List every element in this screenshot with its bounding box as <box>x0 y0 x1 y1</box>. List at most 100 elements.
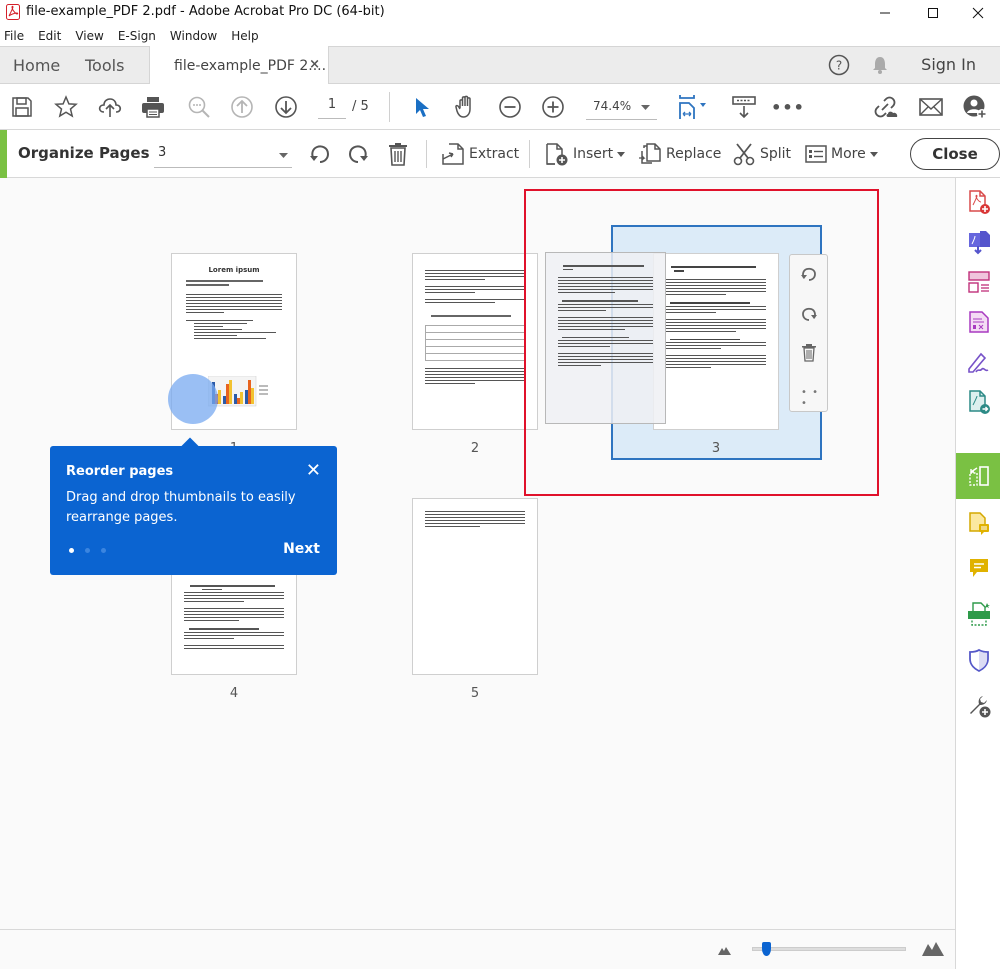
tab-bar: Home Tools file-example_PDF 2.... × ? Si… <box>0 46 1000 85</box>
rotate-right-icon[interactable] <box>346 140 370 168</box>
more-options-icon[interactable]: • • • <box>801 387 827 409</box>
page-total: / 5 <box>352 99 369 114</box>
next-page-icon[interactable] <box>271 92 301 122</box>
comment-tool[interactable] <box>956 548 1000 588</box>
edit-layout-icon <box>967 271 990 293</box>
toolbar-divider <box>389 92 390 122</box>
help-icon[interactable]: ? <box>828 54 850 76</box>
toolbar-divider <box>529 140 530 168</box>
zoom-value: 74.4% <box>593 99 632 113</box>
rotate-left-icon[interactable] <box>308 140 332 168</box>
hand-tool-icon[interactable] <box>451 92 481 122</box>
zoom-in-icon[interactable] <box>538 92 568 122</box>
combine-files-tool[interactable] <box>956 222 1000 262</box>
menu-window[interactable]: Window <box>170 29 224 43</box>
window-title: file-example_PDF 2.pdf - Adobe Acrobat P… <box>26 4 385 19</box>
close-icon <box>972 7 984 19</box>
coachmark-step-dot[interactable] <box>101 548 106 553</box>
more-button[interactable]: More <box>805 140 878 168</box>
page-thumbnail-2[interactable] <box>412 253 538 430</box>
page-number-input[interactable]: 1 <box>318 97 346 119</box>
thumbnail-size-slider[interactable] <box>752 942 906 956</box>
title-bar: file-example_PDF 2.pdf - Adobe Acrobat P… <box>0 0 1000 26</box>
zoom-select[interactable]: 74.4% <box>586 96 657 120</box>
share-link-icon[interactable] <box>871 92 901 122</box>
tools-sidebar <box>955 178 1000 969</box>
delete-page-icon[interactable] <box>801 344 817 362</box>
scroll-mode-icon[interactable] <box>729 92 759 122</box>
minimize-button[interactable] <box>862 0 908 26</box>
send-for-review-tool[interactable] <box>956 382 1000 422</box>
large-thumbnails-icon[interactable] <box>922 940 944 956</box>
page-number-5: 5 <box>470 686 480 701</box>
delete-page-icon[interactable] <box>387 140 409 168</box>
dragged-page-ghost[interactable] <box>545 252 666 424</box>
menu-esign[interactable]: E-Sign <box>118 29 163 43</box>
tab-home[interactable]: Home <box>13 47 60 84</box>
zoom-out-icon[interactable] <box>495 92 525 122</box>
create-pdf-tool[interactable] <box>956 182 1000 222</box>
comment-pdf-tool[interactable] <box>956 504 1000 544</box>
create-pdf-icon <box>968 190 990 214</box>
email-icon[interactable] <box>916 92 946 122</box>
coachmark-next-button[interactable]: Next <box>283 541 320 557</box>
thumbnail-size-slider-handle[interactable] <box>762 942 771 956</box>
more-tools-button[interactable] <box>956 686 1000 726</box>
protect-tool[interactable] <box>956 640 1000 680</box>
page-thumbnail-3[interactable] <box>653 253 779 430</box>
insert-page-icon <box>546 143 568 166</box>
window-close-button[interactable] <box>955 0 1000 26</box>
menu-file[interactable]: File <box>4 29 31 43</box>
page-2-text <box>413 270 537 384</box>
coachmark-step-dot[interactable] <box>85 548 90 553</box>
replace-icon <box>639 143 661 164</box>
maximize-button[interactable] <box>910 0 956 26</box>
tool-accent-bar <box>0 130 7 178</box>
tab-close-icon[interactable]: × <box>309 57 320 72</box>
small-thumbnails-icon[interactable] <box>718 945 732 955</box>
toolbar-divider <box>426 140 427 168</box>
print-production-tool[interactable] <box>956 594 1000 634</box>
menu-help[interactable]: Help <box>231 29 265 43</box>
split-button[interactable]: Split <box>732 140 791 168</box>
fill-sign-tool[interactable] <box>956 342 1000 382</box>
tab-tools[interactable]: Tools <box>85 47 124 84</box>
save-icon[interactable] <box>7 92 37 122</box>
print-icon[interactable] <box>138 92 168 122</box>
insert-button[interactable]: Insert <box>545 140 626 168</box>
organize-pages-tool-active[interactable] <box>956 453 1000 499</box>
organize-pages-icon <box>968 466 989 486</box>
scissors-icon <box>733 143 755 166</box>
split-label: Split <box>760 146 792 162</box>
coachmark-close-icon[interactable]: ✕ <box>306 460 321 481</box>
sign-in-link[interactable]: Sign In <box>921 55 976 74</box>
add-user-icon[interactable] <box>960 92 990 122</box>
chevron-down-icon <box>869 151 878 157</box>
rotate-page-right-icon[interactable] <box>800 305 818 323</box>
export-pdf-tool[interactable] <box>956 302 1000 342</box>
extract-button[interactable]: Extract <box>441 140 519 168</box>
notifications-bell-icon[interactable] <box>871 55 889 75</box>
svg-text:?: ? <box>836 59 842 73</box>
rotate-page-left-icon[interactable] <box>800 265 818 283</box>
tab-document[interactable]: file-example_PDF 2.... × <box>149 46 329 85</box>
page-thumbnail-5[interactable] <box>412 498 538 675</box>
more-tools-icon[interactable]: ••• <box>771 92 804 122</box>
bookmark-star-icon[interactable] <box>51 92 81 122</box>
select-cursor-icon[interactable] <box>407 92 437 122</box>
replace-button[interactable]: Replace <box>638 140 721 168</box>
find-text-icon[interactable] <box>184 92 214 122</box>
page-range-select[interactable]: 3 <box>154 140 292 168</box>
fit-page-icon[interactable] <box>676 92 706 122</box>
menu-edit[interactable]: Edit <box>38 29 68 43</box>
menu-view[interactable]: View <box>75 29 110 43</box>
coachmark-step-dot-active[interactable] <box>69 548 74 553</box>
organize-layout-tool[interactable] <box>956 262 1000 302</box>
cloud-upload-icon[interactable] <box>95 92 125 122</box>
page-number-3: 3 <box>711 441 721 456</box>
chevron-down-icon <box>641 105 650 110</box>
previous-page-icon[interactable] <box>227 92 257 122</box>
print-production-icon <box>967 602 990 626</box>
close-tool-button[interactable]: Close <box>910 138 1000 170</box>
main-toolbar: 1 / 5 74.4% ••• <box>0 84 1000 130</box>
